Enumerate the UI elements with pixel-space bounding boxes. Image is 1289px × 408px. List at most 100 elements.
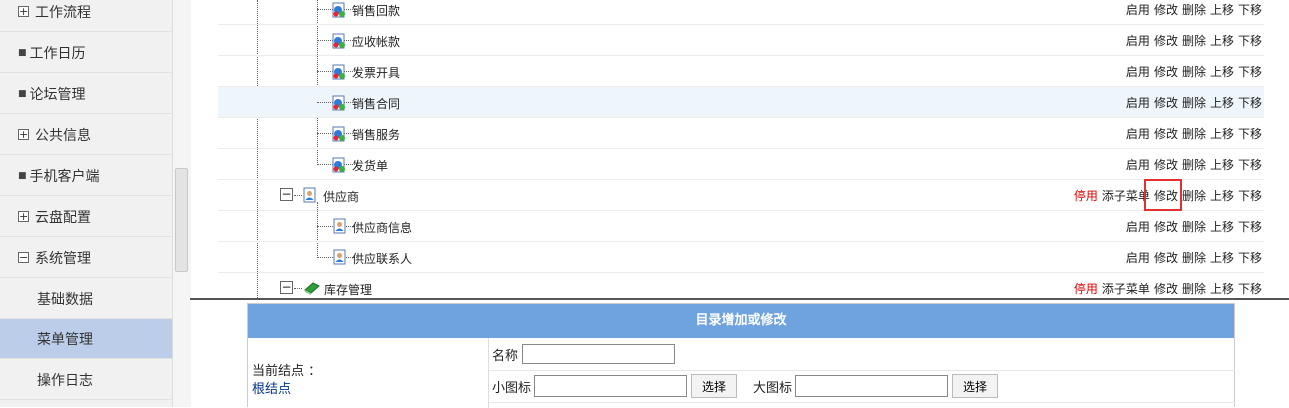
tree-node-label[interactable]: 供应联系人 bbox=[352, 250, 412, 267]
small-icon-label: 小图标 bbox=[492, 380, 532, 396]
sidebar-item-basic-data[interactable]: 基础数据 bbox=[0, 279, 172, 319]
delete-link[interactable]: 删除 bbox=[1182, 189, 1206, 203]
enable-link[interactable]: 启用 bbox=[1126, 3, 1150, 17]
sidebar-scrollbar[interactable] bbox=[172, 0, 191, 407]
current-node-label: 当前结点 ： bbox=[252, 364, 322, 379]
edit-link[interactable]: 修改 bbox=[1154, 96, 1178, 110]
document-icon bbox=[332, 95, 345, 111]
move-up-link[interactable]: 上移 bbox=[1210, 158, 1234, 172]
move-up-link[interactable]: 上移 bbox=[1210, 96, 1234, 110]
sidebar-item-operation-log[interactable]: 操作日志 bbox=[0, 360, 172, 400]
user-card-icon bbox=[333, 218, 346, 234]
highlight-box bbox=[1144, 179, 1182, 211]
tree-node-label[interactable]: 应收帐款 bbox=[352, 33, 400, 50]
move-up-link[interactable]: 上移 bbox=[1210, 220, 1234, 234]
edit-link[interactable]: 修改 bbox=[1154, 282, 1178, 296]
tree-node-label[interactable]: 库存管理 bbox=[324, 281, 372, 298]
row-actions: 启用 修改 删除 上移 下移 bbox=[1122, 1, 1262, 18]
sidebar-item-workflow[interactable]: + 工作流程 bbox=[0, 0, 172, 32]
row-actions: 启用 修改 删除 上移 下移 bbox=[1122, 249, 1262, 266]
enable-link[interactable]: 启用 bbox=[1126, 158, 1150, 172]
tree-node-label[interactable]: 发货单 bbox=[352, 157, 388, 174]
edit-link[interactable]: 修改 bbox=[1154, 251, 1178, 265]
edit-link[interactable]: 修改 bbox=[1154, 127, 1178, 141]
delete-link[interactable]: 删除 bbox=[1182, 158, 1206, 172]
delete-link[interactable]: 删除 bbox=[1182, 220, 1206, 234]
edit-link[interactable]: 修改 bbox=[1154, 220, 1178, 234]
enable-link[interactable]: 启用 bbox=[1126, 96, 1150, 110]
tree-row: 销售服务 启用 修改 删除 上移 下移 bbox=[218, 118, 1264, 149]
name-input[interactable] bbox=[522, 344, 676, 364]
sidebar-item-calendar[interactable]: ■ 工作日历 bbox=[0, 33, 172, 73]
name-row: 名称 bbox=[489, 338, 1235, 371]
add-submenu-link[interactable]: 添子菜单 bbox=[1102, 189, 1150, 203]
directory-form: 目录增加或修改 当前结点 ： 根结点 名称 小图标 选择 大图标 选择 bbox=[247, 303, 1235, 408]
enable-link[interactable]: 启用 bbox=[1126, 127, 1150, 141]
scrollbar-thumb[interactable] bbox=[175, 168, 188, 272]
tree-node-label[interactable]: 销售服务 bbox=[352, 126, 400, 143]
user-card-icon bbox=[303, 187, 316, 203]
move-up-link[interactable]: 上移 bbox=[1210, 282, 1234, 296]
delete-link[interactable]: 删除 bbox=[1182, 96, 1206, 110]
large-icon-label: 大图标 bbox=[753, 380, 793, 396]
move-down-link[interactable]: 下移 bbox=[1238, 34, 1262, 48]
sidebar-item-menu-management[interactable]: 菜单管理 bbox=[0, 319, 172, 359]
edit-link[interactable]: 修改 bbox=[1154, 158, 1178, 172]
disable-link[interactable]: 停用 bbox=[1074, 282, 1098, 296]
sidebar-item-mobile-client[interactable]: ■ 手机客户端 bbox=[0, 156, 172, 196]
delete-link[interactable]: 删除 bbox=[1182, 282, 1206, 296]
tree-node-label[interactable]: 供应商信息 bbox=[352, 219, 412, 236]
move-down-link[interactable]: 下移 bbox=[1238, 65, 1262, 79]
move-down-link[interactable]: 下移 bbox=[1238, 96, 1262, 110]
expand-icon: + bbox=[18, 5, 29, 18]
move-down-link[interactable]: 下移 bbox=[1238, 127, 1262, 141]
sidebar-item-system-admin[interactable]: − 系统管理 bbox=[0, 238, 172, 278]
delete-link[interactable]: 删除 bbox=[1182, 251, 1206, 265]
delete-link[interactable]: 删除 bbox=[1182, 3, 1206, 17]
root-node-link[interactable]: 根结点 bbox=[252, 378, 291, 397]
delete-link[interactable]: 删除 bbox=[1182, 127, 1206, 141]
tree-node-label[interactable]: 销售合同 bbox=[352, 95, 400, 112]
enable-link[interactable]: 启用 bbox=[1126, 251, 1150, 265]
sidebar-item-cloud-config[interactable]: + 云盘配置 bbox=[0, 197, 172, 237]
move-up-link[interactable]: 上移 bbox=[1210, 65, 1234, 79]
add-submenu-link[interactable]: 添子菜单 bbox=[1102, 282, 1150, 296]
collapse-icon[interactable]: − bbox=[280, 188, 293, 201]
move-down-link[interactable]: 下移 bbox=[1238, 282, 1262, 296]
sidebar-item-public-info[interactable]: + 公共信息 bbox=[0, 115, 172, 155]
sidebar-item-label: 云盘配置 bbox=[35, 209, 91, 226]
tree-row: 供应商信息 启用 修改 删除 上移 下移 bbox=[218, 211, 1264, 242]
edit-link[interactable]: 修改 bbox=[1154, 3, 1178, 17]
move-down-link[interactable]: 下移 bbox=[1238, 251, 1262, 265]
enable-link[interactable]: 启用 bbox=[1126, 34, 1150, 48]
edit-link[interactable]: 修改 bbox=[1154, 34, 1178, 48]
enable-link[interactable]: 启用 bbox=[1126, 65, 1150, 79]
delete-link[interactable]: 删除 bbox=[1182, 34, 1206, 48]
delete-link[interactable]: 删除 bbox=[1182, 65, 1206, 79]
tree-node-label[interactable]: 供应商 bbox=[323, 188, 359, 205]
tree-node-label[interactable]: 销售回款 bbox=[352, 2, 400, 19]
menu-tree: 销售回款 启用 修改 删除 上移 下移 应收帐款 启用 修改 删除 上移 下移 发票开具 启用修… bbox=[190, 0, 1289, 298]
enable-link[interactable]: 启用 bbox=[1126, 220, 1150, 234]
move-down-link[interactable]: 下移 bbox=[1238, 220, 1262, 234]
large-icon-input[interactable] bbox=[795, 375, 949, 397]
move-up-link[interactable]: 上移 bbox=[1210, 34, 1234, 48]
collapse-icon[interactable]: − bbox=[280, 281, 293, 294]
tree-branch bbox=[294, 195, 302, 196]
move-up-link[interactable]: 上移 bbox=[1210, 251, 1234, 265]
move-down-link[interactable]: 下移 bbox=[1238, 3, 1262, 17]
tree-row: 供应联系人 启用 修改 删除 上移 下移 bbox=[218, 242, 1264, 273]
sidebar-item-forum[interactable]: ■ 论坛管理 bbox=[0, 74, 172, 114]
edit-link[interactable]: 修改 bbox=[1154, 65, 1178, 79]
small-icon-input[interactable] bbox=[534, 375, 688, 397]
move-up-link[interactable]: 上移 bbox=[1210, 189, 1234, 203]
choose-small-icon-button[interactable]: 选择 bbox=[691, 374, 738, 398]
tree-node-label[interactable]: 发票开具 bbox=[352, 64, 400, 81]
move-down-link[interactable]: 下移 bbox=[1238, 158, 1262, 172]
move-up-link[interactable]: 上移 bbox=[1210, 127, 1234, 141]
move-down-link[interactable]: 下移 bbox=[1238, 189, 1262, 203]
choose-large-icon-button[interactable]: 选择 bbox=[952, 374, 999, 398]
bullet-icon: ■ bbox=[18, 170, 27, 181]
disable-link[interactable]: 停用 bbox=[1074, 189, 1098, 203]
move-up-link[interactable]: 上移 bbox=[1210, 3, 1234, 17]
